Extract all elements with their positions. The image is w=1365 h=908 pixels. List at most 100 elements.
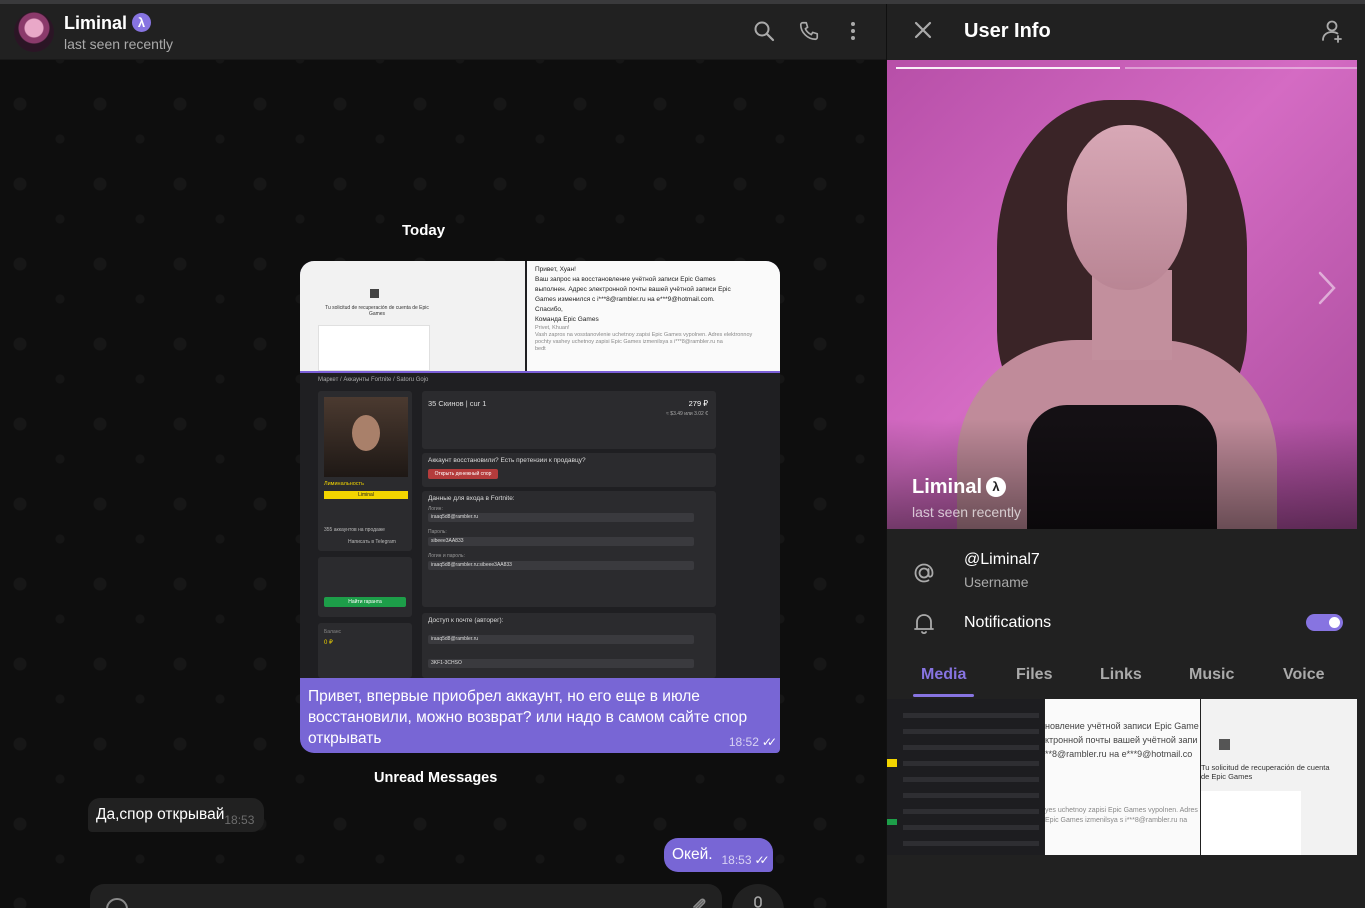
profile-name-text: Liminal (912, 476, 983, 498)
thumb-line (903, 825, 1039, 830)
active-tab-indicator (913, 694, 974, 697)
photo-line-small: Privet, Khuan! (535, 325, 570, 331)
photo-line: Спасибо, (535, 306, 563, 313)
date-separator: Today (402, 222, 446, 239)
epic-logo-icon (370, 289, 379, 298)
username-value[interactable]: @Liminal7 (964, 551, 1040, 569)
profile-name: Liminal λ (912, 476, 1007, 499)
thumb-line (903, 841, 1039, 846)
photo-login-value: iraaq5d8@rambler.ru (431, 514, 479, 520)
photo-item-header: 35 Скинов | cur 1 279 ₽ ≈ $3.49 или 3.02… (422, 391, 716, 449)
paperclip-icon[interactable] (690, 896, 708, 908)
thumb-line (903, 729, 1039, 734)
epic-logo-icon (1219, 739, 1230, 750)
chat-title-text: Liminal (64, 13, 128, 33)
chat-status: last seen recently (64, 36, 173, 52)
photo-warranty-text: Найти гаранта (348, 599, 382, 605)
photo-email-pass-value: 3KF1-3CHSO (431, 660, 462, 666)
phone-icon[interactable] (797, 20, 821, 44)
photo-seller-avatar (324, 397, 408, 477)
message-text[interactable]: Да,спор открывай (96, 806, 224, 823)
username-label: Username (964, 574, 1029, 590)
message-outgoing[interactable]: Окей. 18:53 ✓✓ (664, 838, 773, 872)
photo-login-label: Логин: (428, 506, 443, 512)
photo-warranty-button: Найти гаранта (324, 597, 406, 607)
photo-combo-label: Логин и пароль: (428, 553, 465, 559)
photo-email-value: iraaq5d8@rambler.ru (431, 636, 479, 642)
photo-login-block: Данные для входа в Fortnite: Логин: iraa… (422, 491, 716, 607)
photo-login-field: iraaq5d8@rambler.ru (428, 513, 694, 522)
profile-status: last seen recently (912, 504, 1021, 520)
photo-item-details: 35 Скинов | cur 1 279 ₽ ≈ $3.49 или 3.02… (422, 391, 716, 678)
thumb-line (903, 745, 1039, 750)
search-icon[interactable] (752, 20, 776, 44)
chevron-right-icon[interactable] (1317, 270, 1337, 314)
photo-telegram-button: Написать в Telegram (348, 539, 396, 545)
message-time-text: 18:53 (721, 853, 752, 867)
thumb-yellow-mark (887, 759, 897, 767)
user-info-header: User Info (887, 4, 1365, 60)
photo-pass-value: sibeee3AA833 (431, 538, 464, 544)
photo-line: Привет, Хуан! (535, 266, 576, 273)
photo-line: выполнен. Адрес электронной почты вашей … (535, 286, 731, 293)
photo-email-title: Доступ к почте (авторег): (428, 617, 504, 624)
photo-combo-field: iraaq5d8@rambler.ru:sibeee3AA833 (428, 561, 694, 570)
media-thumbnail[interactable]: Tu solicitud de recuperación de cuenta de… (1201, 699, 1357, 855)
at-sign-icon (911, 560, 937, 586)
thumb-text: новление учётной записи Epic Game (1045, 721, 1199, 731)
media-thumbnail[interactable] (887, 699, 1044, 855)
photo-seller-name: Лиминальность (324, 481, 364, 487)
thumb-text-line: Tu solicitud de recuperación de cuenta (1201, 763, 1330, 772)
photo-pass-field: sibeee3AA833 (428, 537, 694, 546)
message-photo[interactable]: Tu solicitud de recuperación de cuenta d… (300, 261, 780, 678)
photo-line-small: Vash zapros na vosstanovlenie uchetnoy z… (535, 332, 753, 338)
message-text[interactable]: Окей. (672, 846, 713, 863)
tab-voice[interactable]: Voice (1283, 666, 1325, 684)
photo-line: Ваш запрос на восстановление учётной зап… (535, 276, 716, 283)
photo-divider (300, 371, 780, 373)
message-time: 18:53 (224, 813, 255, 827)
tab-music[interactable]: Music (1189, 666, 1234, 684)
photo-line-small: pochty vashey uchetnoy zapisi Epic Games… (535, 339, 723, 345)
photo-item-price: 279 ₽ (688, 399, 708, 408)
photo-seller-badge-text: Liminal (358, 492, 374, 498)
message-text[interactable]: Привет, впервые приобрел аккаунт, но его… (308, 686, 774, 749)
photo-seller-card: Лиминальность Liminal 355 аккаунтов на п… (318, 391, 412, 551)
add-contact-icon[interactable] (1319, 18, 1345, 44)
photo-email-block: Доступ к почте (авторег): iraaq5d8@rambl… (422, 613, 716, 678)
profile-photo[interactable]: Liminal λ last seen recently (887, 60, 1357, 529)
message-incoming[interactable]: Да,спор открывай 18:53 (88, 798, 265, 832)
close-icon[interactable] (913, 18, 933, 44)
read-checkmarks-icon: ✓✓ (754, 853, 770, 867)
notifications-label: Notifications (964, 614, 1052, 631)
tab-files[interactable]: Files (1016, 666, 1052, 684)
message-time-text: 18:52 (728, 735, 759, 749)
thumb-text: **8@rambler.ru на e***9@hotmail.co (1045, 749, 1193, 759)
photo-balance-value: 0 ₽ (324, 640, 333, 646)
message-outgoing-with-photo[interactable]: Tu solicitud de recuperación de cuenta d… (300, 261, 780, 753)
message-input[interactable] (138, 894, 658, 908)
photo-seller-badge: Liminal (324, 491, 408, 499)
thumb-text: ктронной почты вашей учётной запи (1045, 735, 1198, 745)
notifications-toggle[interactable] (1306, 614, 1343, 631)
chat-title[interactable]: Liminal λ (64, 13, 152, 34)
photo-email-card (318, 325, 430, 371)
chat-pane: Liminal λ last seen recently Today Tu sol… (0, 4, 886, 908)
photo-restored-block: Аккаунт восстановили? Есть претензии к п… (422, 453, 716, 487)
message-time: 18:52 ✓✓ (728, 735, 777, 749)
photo-email-spanish: Tu solicitud de recuperación de cuenta d… (300, 261, 525, 371)
photo-item-price-alt: ≈ $3.49 или 3.02 € (666, 411, 708, 417)
message-composer[interactable] (90, 884, 722, 908)
thumb-green-mark (887, 819, 897, 825)
read-checkmarks-icon: ✓✓ (761, 735, 777, 749)
thumb-text-line: de Epic Games (1201, 772, 1253, 781)
user-info-panel: User Info Liminal λ last seen recently @L… (886, 4, 1365, 908)
photo-combo-value: iraaq5d8@rambler.ru:sibeee3AA833 (431, 562, 512, 568)
smile-icon[interactable] (106, 898, 128, 908)
media-thumbnail[interactable]: новление учётной записи Epic Game ктронн… (1045, 699, 1200, 855)
tab-links[interactable]: Links (1100, 666, 1142, 684)
avatar[interactable] (14, 12, 54, 52)
more-vertical-icon[interactable] (841, 20, 865, 44)
chat-header[interactable]: Liminal λ last seen recently (0, 4, 886, 60)
tab-media[interactable]: Media (921, 666, 966, 684)
